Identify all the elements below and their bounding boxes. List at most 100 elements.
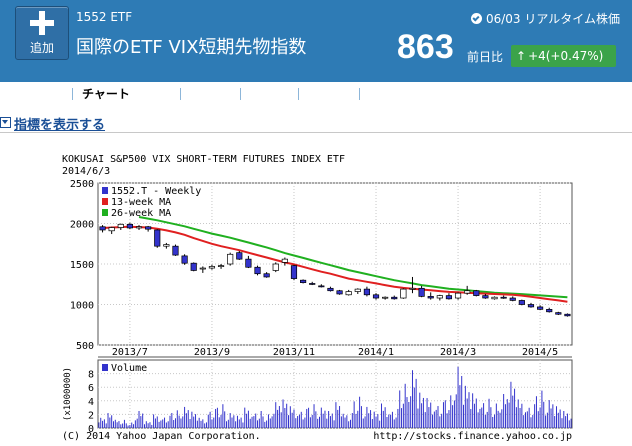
source-url-text: http://stocks.finance.yahoo.co.jp — [373, 431, 572, 442]
fund-title: 国際のETF VIX短期先物指数 — [76, 37, 307, 58]
candle-body — [236, 252, 243, 260]
current-price: 863 — [397, 28, 454, 66]
candle-body — [354, 288, 361, 292]
volume-tick-label: 4 — [88, 397, 94, 408]
candle-body — [345, 291, 352, 296]
x-tick-label: 2013/7 — [112, 347, 148, 358]
x-tick-label: 2013/11 — [273, 347, 315, 358]
tab-separator — [359, 88, 360, 100]
plus-icon — [30, 11, 54, 35]
legend-label: 26-week MA — [111, 208, 171, 219]
y-tick-label: 2500 — [70, 179, 94, 190]
tab-separator — [180, 88, 181, 100]
x-tick-label: 2014/5 — [522, 347, 558, 358]
candle-body — [290, 265, 298, 279]
add-portfolio-button[interactable]: 追加 — [15, 6, 69, 60]
tab-timeseries[interactable]: 時系列 — [136, 84, 172, 104]
candle-body — [527, 304, 535, 308]
candle-body — [336, 290, 343, 295]
candle-body — [154, 229, 161, 247]
candle-body — [263, 273, 270, 278]
candle-body — [163, 244, 170, 247]
candle-body — [473, 290, 480, 296]
x-tick-label: 2014/3 — [440, 347, 476, 358]
y-tick-label: 1500 — [70, 260, 94, 271]
volume-legend-swatch — [102, 364, 108, 371]
price-chart: KOKUSAI S&P500 VIX SHORT-TERM FUTURES IN… — [62, 154, 573, 442]
tab-details[interactable]: 詳細情報 — [18, 84, 66, 104]
candle-body — [454, 292, 462, 299]
tab-separator — [72, 88, 73, 100]
candle-body — [327, 287, 334, 292]
candle-body — [300, 279, 307, 283]
candle-body — [181, 255, 188, 264]
candle-body — [382, 296, 389, 299]
show-indicators-label: 指標を表示する — [14, 118, 106, 133]
chart-area: KOKUSAI S&P500 VIX SHORT-TERM FUTURES IN… — [0, 148, 632, 442]
volume-axis-label: (x1000000) — [63, 367, 73, 421]
x-tick-label: 2013/9 — [194, 347, 230, 358]
candle-body — [172, 245, 179, 256]
candle-body — [418, 287, 425, 297]
chart-subtitle: 2014/6/3 — [62, 166, 110, 177]
quote-date: 06/03 リアルタイム株価 — [470, 10, 620, 27]
legend-swatch — [102, 198, 108, 205]
volume-legend-label: Volume — [111, 363, 147, 374]
candle-body — [190, 262, 197, 271]
candle-body — [391, 296, 398, 300]
legend-swatch — [102, 209, 108, 216]
candle-body — [546, 309, 553, 313]
legend-label: 13-week MA — [111, 197, 171, 208]
chart-title: KOKUSAI S&P500 VIX SHORT-TERM FUTURES IN… — [62, 154, 345, 165]
candle-body — [482, 295, 489, 299]
candle-body — [518, 300, 525, 305]
candle-body — [372, 294, 380, 299]
tab-news[interactable]: ニュース — [187, 84, 234, 104]
volume-panel-frame — [97, 359, 573, 429]
candle-body — [464, 290, 471, 294]
dropdown-toggle-icon — [0, 117, 11, 128]
candle-body — [254, 266, 261, 275]
volume-tick-label: 2 — [88, 410, 94, 421]
candle-body — [227, 253, 234, 265]
candle-body — [117, 223, 124, 228]
change-value: +4(+0.47%) — [528, 49, 604, 63]
tab-bbs[interactable]: 掲示板 — [247, 84, 283, 104]
candle-body — [281, 258, 288, 263]
candle-body — [500, 296, 507, 299]
candle-body — [363, 288, 370, 296]
section-divider — [0, 132, 632, 133]
candle-body — [409, 287, 416, 290]
tab-etf-list[interactable]: ETF一覧 — [364, 84, 410, 104]
x-tick-label: 2014/1 — [358, 347, 394, 358]
tab-minkabu[interactable]: みんかぶ — [305, 84, 353, 104]
candle-body — [400, 288, 407, 299]
tab-separator — [298, 88, 299, 100]
volume-tick-label: 8 — [88, 370, 94, 381]
clock-icon — [470, 13, 482, 24]
candle-body — [272, 263, 279, 271]
show-indicators-link[interactable]: 指標を表示する — [0, 114, 105, 133]
ticker-code: 1552 ETF — [76, 10, 133, 24]
quote-header: 追加 1552 ETF 国際のETF VIX短期先物指数 06/03 リアルタイ… — [0, 0, 632, 82]
legend-label: 1552.T - Weekly — [111, 186, 201, 197]
quote-date-text: 06/03 リアルタイム株価 — [485, 12, 620, 26]
prev-day-label: 前日比 — [467, 50, 504, 64]
candle-body — [537, 306, 544, 310]
y-tick-label: 1000 — [70, 301, 94, 312]
volume-tick-label: 6 — [88, 383, 94, 394]
candle-body — [108, 227, 115, 232]
candle-body — [564, 313, 571, 317]
tab-chart[interactable]: チャート — [74, 84, 138, 104]
candle-body — [199, 267, 206, 270]
candle-body — [145, 226, 152, 230]
up-arrow-icon: ↑ — [516, 49, 527, 63]
add-button-label: 追加 — [29, 41, 54, 55]
candle-body — [135, 226, 143, 229]
candle-body — [509, 297, 516, 301]
nav-tabs: 詳細情報 チャート 時系列 ニュース 掲示板 みんかぶ ETF一覧 — [12, 82, 632, 104]
y-tick-label: 2000 — [70, 220, 94, 231]
candle-body — [309, 283, 316, 285]
tab-separator — [240, 88, 241, 100]
legend-swatch — [102, 187, 108, 194]
